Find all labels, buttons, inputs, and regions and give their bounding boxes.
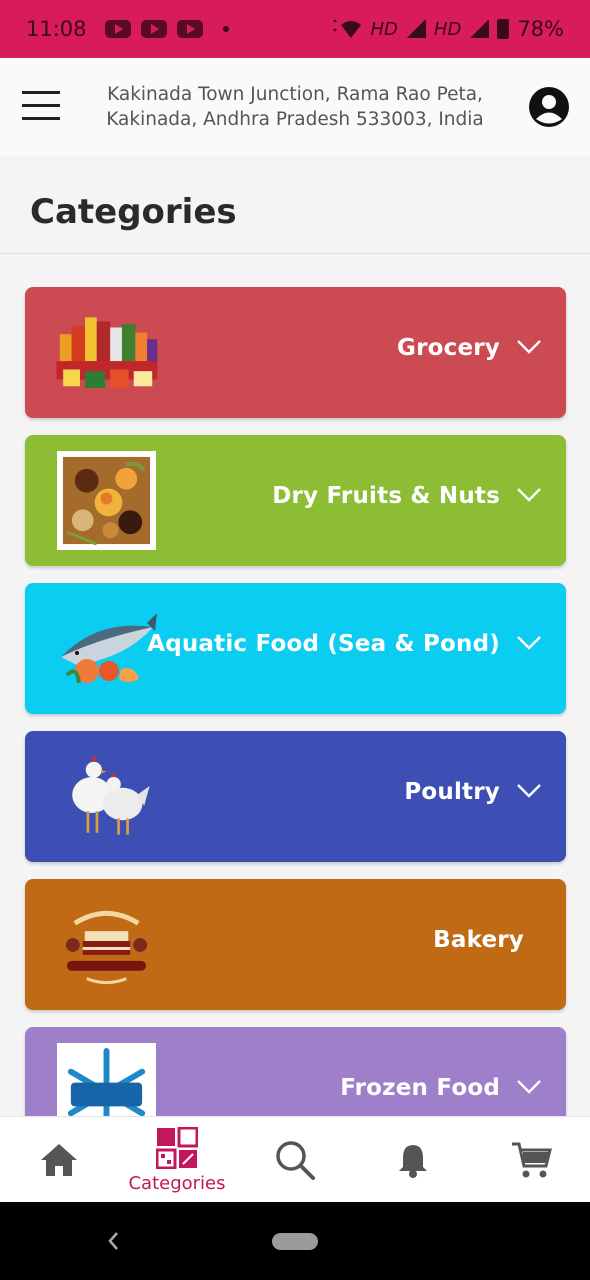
- category-label: Frozen Food: [340, 1075, 500, 1101]
- category-label: Grocery: [397, 335, 500, 361]
- cart-icon: [512, 1142, 552, 1178]
- bell-icon: [399, 1145, 427, 1178]
- category-card-poultry[interactable]: Poultry: [25, 731, 566, 862]
- categories-icon: [156, 1126, 198, 1169]
- delivery-address[interactable]: Kakinada Town Junction, Rama Rao Peta, K…: [90, 82, 500, 132]
- youtube-icon: [140, 20, 167, 38]
- category-card-grocery[interactable]: Grocery: [25, 287, 566, 418]
- category-card-aquatic-food[interactable]: Aquatic Food (Sea & Pond): [25, 583, 566, 714]
- wifi-icon: [332, 19, 361, 38]
- address-line-2: Kakinada, Andhra Pradesh 533003, India: [106, 109, 484, 130]
- dry-fruits-image: [57, 451, 156, 550]
- nav-categories[interactable]: Categories: [118, 1117, 236, 1203]
- chevron-down-icon[interactable]: [516, 487, 542, 503]
- signal-icon: [405, 20, 426, 38]
- nav-notifications[interactable]: [354, 1117, 472, 1203]
- page-title: Categories: [30, 192, 237, 232]
- nav-search[interactable]: [236, 1117, 354, 1203]
- fish-image: [61, 613, 157, 684]
- chicken-image: [72, 755, 150, 835]
- hamburger-menu-icon[interactable]: [22, 91, 60, 121]
- back-icon[interactable]: [106, 1230, 120, 1252]
- network-type-1: HD: [370, 18, 398, 40]
- chevron-down-icon[interactable]: [516, 783, 542, 799]
- notification-icons: [104, 20, 229, 38]
- category-label: Bakery: [433, 927, 524, 953]
- chevron-down-icon[interactable]: [516, 1079, 542, 1095]
- divider: [0, 253, 590, 254]
- youtube-icon: [176, 20, 203, 38]
- category-label: Poultry: [404, 779, 500, 805]
- more-notifications-icon: [222, 26, 229, 32]
- category-label: Aquatic Food (Sea & Pond): [147, 631, 500, 657]
- search-icon: [276, 1141, 315, 1180]
- bottom-navigation: Categories: [0, 1116, 590, 1202]
- signal-icon: [469, 20, 490, 38]
- cake-image: [65, 910, 148, 985]
- youtube-icon: [104, 20, 131, 38]
- account-icon[interactable]: [528, 86, 570, 128]
- app-header: Kakinada Town Junction, Rama Rao Peta, K…: [0, 58, 590, 156]
- category-card-dry-fruits[interactable]: Dry Fruits & Nuts: [25, 435, 566, 566]
- chevron-down-icon[interactable]: [516, 635, 542, 651]
- category-label: Dry Fruits & Nuts: [272, 483, 500, 509]
- home-icon: [41, 1144, 77, 1176]
- address-line-1: Kakinada Town Junction, Rama Rao Peta,: [107, 84, 483, 105]
- nav-cart[interactable]: [472, 1117, 590, 1203]
- status-bar: 11:08 HD HD 78%: [0, 0, 590, 58]
- category-list: Grocery Dry Fruits & Nuts Aquatic Food (…: [25, 287, 566, 1175]
- battery-icon: [497, 19, 510, 39]
- category-card-bakery[interactable]: Bakery: [25, 879, 566, 1010]
- chevron-down-icon[interactable]: [516, 339, 542, 355]
- status-time: 11:08: [26, 17, 87, 41]
- grocery-image: [56, 317, 158, 388]
- screen: 11:08 HD HD 78% Kakinada Town Junction, …: [0, 0, 590, 1280]
- nav-home[interactable]: [0, 1117, 118, 1203]
- nav-categories-label: Categories: [128, 1172, 226, 1194]
- home-pill[interactable]: [272, 1233, 318, 1250]
- status-right: HD HD 78%: [329, 17, 564, 41]
- system-navigation-bar: [0, 1202, 590, 1280]
- battery-percent: 78%: [517, 17, 564, 41]
- network-type-2: HD: [433, 18, 462, 40]
